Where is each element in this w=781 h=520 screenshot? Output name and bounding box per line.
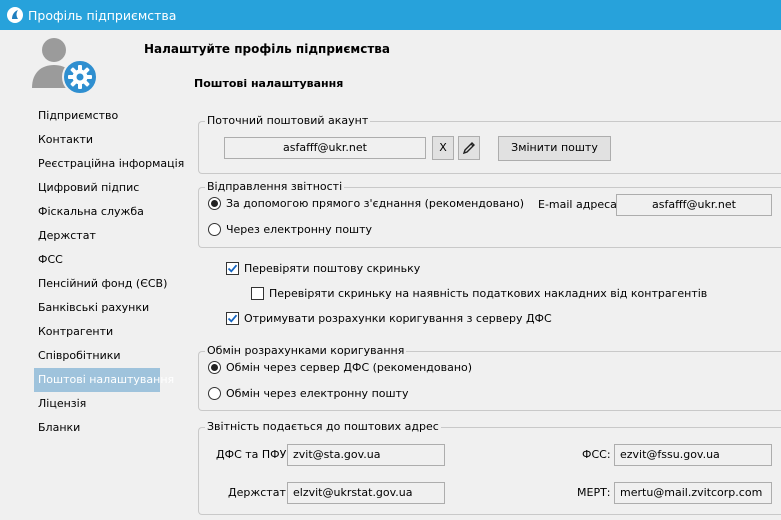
- sidebar-item-forms[interactable]: Бланки: [34, 416, 160, 440]
- radio-exchange-email-label: Обмін через електронну пошту: [226, 387, 409, 400]
- dfs-pfu-label: ДФС та ПФУ:: [216, 448, 291, 461]
- sidebar-item-mail-settings[interactable]: Поштові налаштування: [34, 368, 174, 392]
- fss-label: ФСС:: [582, 448, 611, 461]
- user-gear-icon: [32, 38, 98, 95]
- sending-email-label: E-mail адреса:: [538, 198, 621, 211]
- account-legend: Поточний поштовий акаунт: [205, 114, 371, 128]
- checkbox-box-checked: [226, 312, 239, 325]
- radio-exchange-email[interactable]: Обмін через електронну пошту: [208, 387, 408, 400]
- clear-email-button[interactable]: X: [432, 136, 454, 160]
- sidebar-item-digital-signature[interactable]: Цифровий підпис: [34, 176, 160, 200]
- radio-exchange-server-label: Обмін через сервер ДФС (рекомендовано): [226, 361, 473, 374]
- radio-dot-selected: [208, 197, 221, 210]
- check-mailbox-checkbox[interactable]: Перевіряти поштову скриньку: [226, 262, 420, 275]
- sending-legend: Відправлення звітності: [205, 180, 345, 194]
- pencil-icon: [462, 142, 475, 155]
- window-title: Профіль підприємства: [28, 7, 177, 23]
- radio-direct-connection-label: За допомогою прямого з'єднання (рекоменд…: [226, 197, 525, 210]
- exchange-legend: Обмін розрахунками коригування: [205, 344, 407, 358]
- section-title: Поштові налаштування: [194, 77, 344, 90]
- radio-dot: [208, 387, 221, 400]
- change-email-button[interactable]: Змінити пошту: [498, 136, 611, 161]
- sidebar-nav: Підприємство Контакти Реєстраційна інфор…: [34, 104, 184, 440]
- radio-dot-selected: [208, 361, 221, 374]
- checkmark-icon: [227, 314, 238, 323]
- radio-dot: [208, 223, 221, 236]
- sidebar-item-contacts[interactable]: Контакти: [34, 128, 160, 152]
- radio-direct-connection[interactable]: За допомогою прямого з'єднання (рекоменд…: [208, 197, 524, 210]
- sending-email-field[interactable]: asfafff@ukr.net: [616, 194, 772, 216]
- derzhstat-label: Держстат:: [228, 486, 290, 499]
- derzhstat-email-field[interactable]: elzvit@ukrstat.gov.ua: [287, 482, 445, 504]
- sidebar-item-registration[interactable]: Реєстраційна інформація: [34, 152, 184, 176]
- checkbox-box-checked: [226, 262, 239, 275]
- check-invoices-checkbox[interactable]: Перевіряти скриньку на наявність податко…: [251, 287, 707, 300]
- title-bar: Профіль підприємства: [0, 0, 781, 30]
- checkbox-box: [251, 287, 264, 300]
- sidebar-item-counterparties[interactable]: Контрагенти: [34, 320, 160, 344]
- sidebar-item-bank-accounts[interactable]: Банківські рахунки: [34, 296, 160, 320]
- fss-email-field[interactable]: ezvit@fssu.gov.ua: [614, 444, 772, 466]
- sidebar-item-fss[interactable]: ФСС: [34, 248, 160, 272]
- app-logo-icon: [7, 7, 23, 23]
- page-title: Налаштуйте профіль підприємства: [144, 42, 390, 56]
- sidebar-item-enterprise[interactable]: Підприємство: [34, 104, 160, 128]
- edit-email-button[interactable]: [458, 136, 480, 160]
- mert-label: МЕРТ:: [577, 486, 611, 499]
- sidebar-item-fiscal-service[interactable]: Фіскальна служба: [34, 200, 160, 224]
- receive-adjustments-checkbox[interactable]: Отримувати розрахунки коригування з серв…: [226, 312, 552, 325]
- check-invoices-label: Перевіряти скриньку на наявність податко…: [269, 287, 708, 300]
- addresses-legend: Звітність подається до поштових адрес: [205, 420, 441, 434]
- exchange-group: Обмін розрахунками коригування: [198, 344, 781, 411]
- check-mailbox-label: Перевіряти поштову скриньку: [244, 262, 421, 275]
- mert-email-field[interactable]: mertu@mail.zvitcorp.com: [614, 482, 772, 504]
- radio-via-email[interactable]: Через електронну пошту: [208, 223, 372, 236]
- receive-adjustments-label: Отримувати розрахунки коригування з серв…: [244, 312, 552, 325]
- sidebar-item-employees[interactable]: Співробітники: [34, 344, 160, 368]
- radio-exchange-server[interactable]: Обмін через сервер ДФС (рекомендовано): [208, 361, 472, 374]
- dfs-pfu-email-field[interactable]: zvit@sta.gov.ua: [287, 444, 445, 466]
- radio-via-email-label: Через електронну пошту: [226, 223, 373, 236]
- sidebar-item-derzhstat[interactable]: Держстат: [34, 224, 160, 248]
- checkmark-icon: [227, 264, 238, 273]
- sidebar-item-pension-fund[interactable]: Пенсійний фонд (ЄСВ): [34, 272, 167, 296]
- account-email-field[interactable]: asfafff@ukr.net: [224, 137, 426, 159]
- sidebar-item-license[interactable]: Ліцензія: [34, 392, 160, 416]
